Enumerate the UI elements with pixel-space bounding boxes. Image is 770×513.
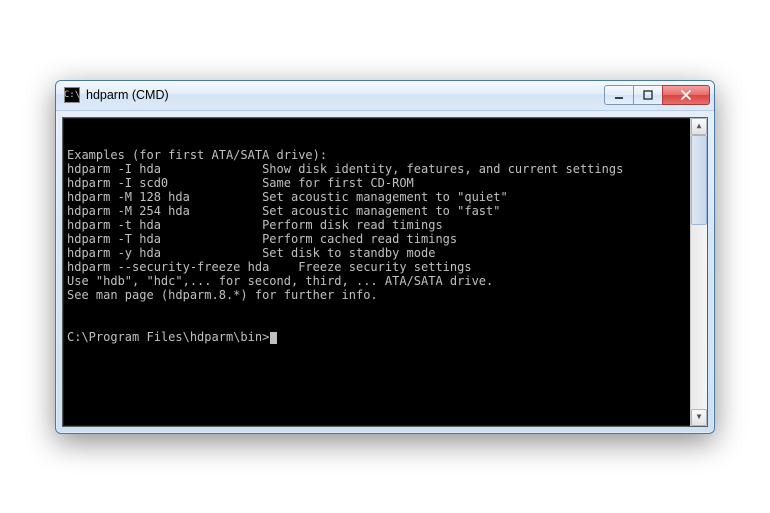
console-line: hdparm -y hda Set disk to standby mode	[67, 246, 703, 260]
minimize-button[interactable]	[604, 85, 634, 105]
close-button[interactable]	[662, 85, 710, 105]
maximize-button[interactable]	[633, 85, 663, 105]
console-line: Examples (for first ATA/SATA drive):	[67, 148, 703, 162]
console-line: hdparm -I scd0 Same for first CD-ROM	[67, 176, 703, 190]
console-line: hdparm --security-freeze hda Freeze secu…	[67, 260, 703, 274]
prompt: C:\Program Files\hdparm\bin>	[67, 330, 269, 344]
scroll-up-arrow-icon[interactable]: ▲	[691, 118, 707, 135]
text-cursor	[270, 332, 277, 344]
cmd-window: C:\ hdparm (CMD) Examples (for first ATA…	[55, 80, 715, 434]
window-controls	[605, 85, 710, 105]
console-output[interactable]: Examples (for first ATA/SATA drive):hdpa…	[62, 117, 708, 427]
scroll-thumb[interactable]	[691, 135, 707, 225]
console-line: See man page (hdparm.8.*) for further in…	[67, 288, 703, 302]
console-line: hdparm -M 128 hda Set acoustic managemen…	[67, 190, 703, 204]
titlebar[interactable]: C:\ hdparm (CMD)	[56, 81, 714, 111]
window-client-area: Examples (for first ATA/SATA drive):hdpa…	[56, 111, 714, 433]
cmd-icon: C:\	[64, 87, 80, 103]
scrollbar[interactable]: ▲ ▼	[690, 118, 707, 426]
console-line: hdparm -I hda Show disk identity, featur…	[67, 162, 703, 176]
console-line: hdparm -T hda Perform cached read timing…	[67, 232, 703, 246]
window-title: hdparm (CMD)	[86, 88, 605, 102]
scroll-down-arrow-icon[interactable]: ▼	[691, 409, 707, 426]
console-line: hdparm -M 254 hda Set acoustic managemen…	[67, 204, 703, 218]
console-line: hdparm -t hda Perform disk read timings	[67, 218, 703, 232]
console-line: Use "hdb", "hdc",... for second, third, …	[67, 274, 703, 288]
